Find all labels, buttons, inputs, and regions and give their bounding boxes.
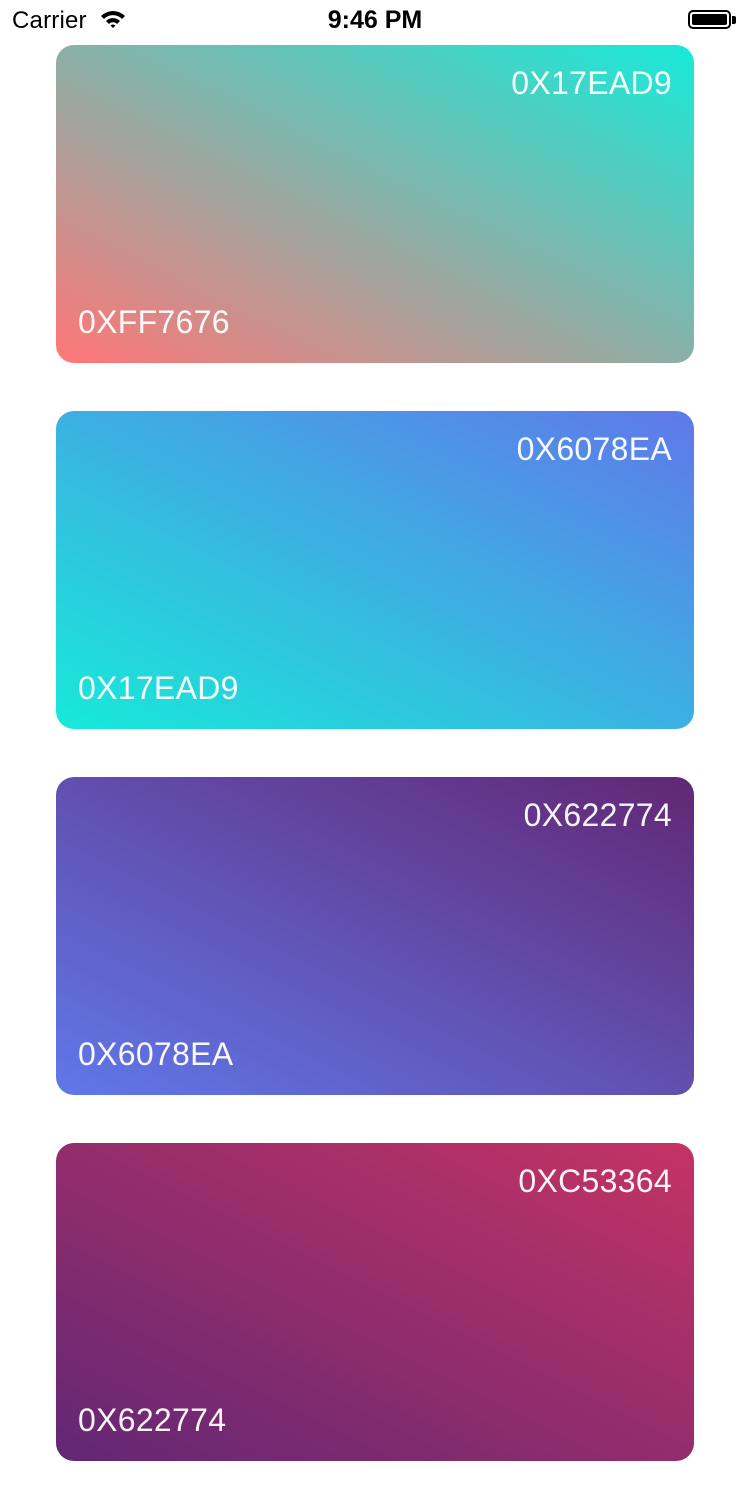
- gradient-card[interactable]: 0XC53364 0X622774: [56, 1143, 694, 1461]
- gradient-end-color-label: 0X17EAD9: [511, 65, 672, 101]
- status-bar: Carrier 9:46 PM: [0, 0, 750, 40]
- gradient-card[interactable]: 0X6078EA 0X17EAD9: [56, 411, 694, 729]
- gradient-start-color-label: 0X6078EA: [78, 1036, 234, 1072]
- gradient-start-color-label: 0X622774: [78, 1402, 227, 1438]
- battery-full-icon: [688, 10, 738, 31]
- gradient-end-color-label: 0X6078EA: [516, 431, 672, 467]
- gradient-end-color-label: 0X622774: [523, 797, 672, 833]
- gradient-card[interactable]: 0X17EAD9 0XFF7676: [56, 45, 694, 363]
- gradient-end-color-label: 0XC53364: [518, 1163, 672, 1199]
- status-time: 9:46 PM: [327, 6, 423, 34]
- gradient-start-color-label: 0XFF7676: [78, 304, 230, 340]
- gradient-card[interactable]: 0X622774 0X6078EA: [56, 777, 694, 1095]
- gradient-card-list: 0X17EAD9 0XFF7676 0X6078EA 0X17EAD9 0X62…: [56, 45, 694, 1509]
- gradient-start-color-label: 0X17EAD9: [78, 670, 239, 706]
